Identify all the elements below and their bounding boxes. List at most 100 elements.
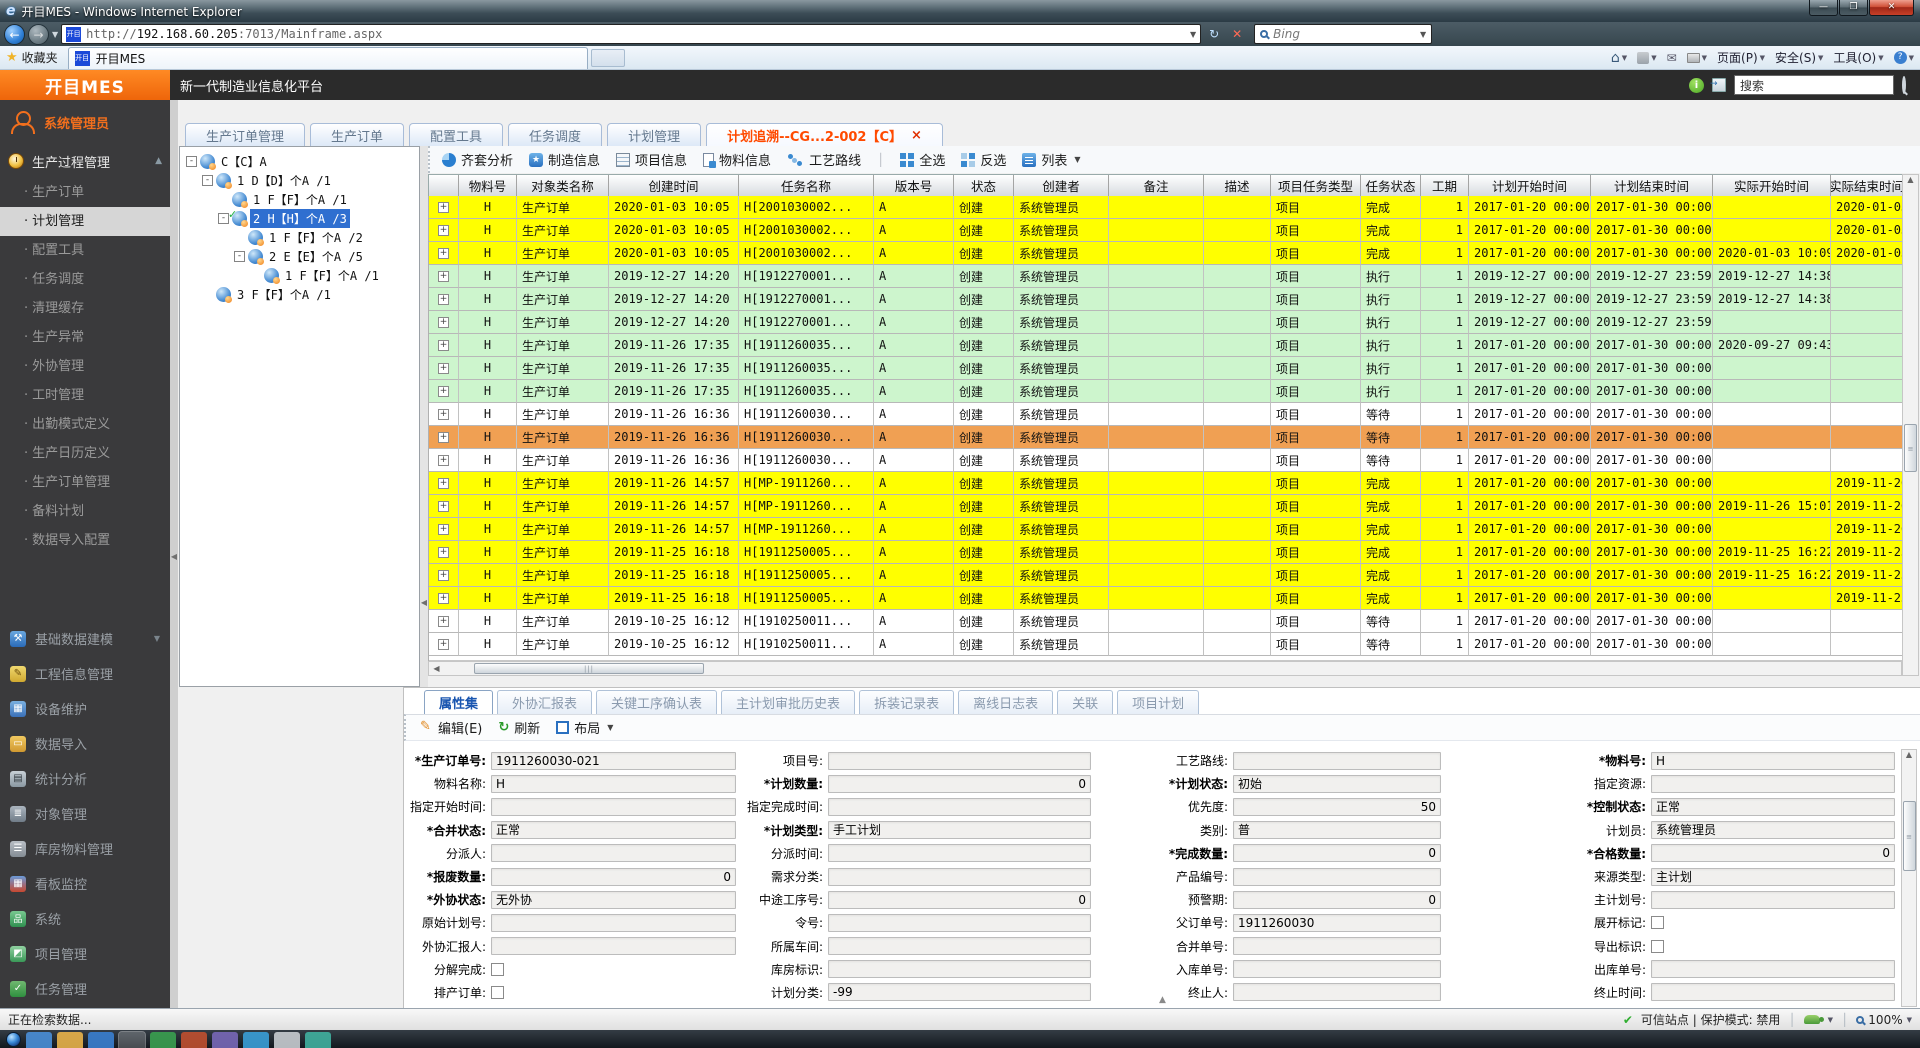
sidebar-section[interactable]: 看板监控: [0, 866, 170, 901]
table-row[interactable]: +H生产订单2019-11-26 17:35H[1911260035...A创建…: [429, 334, 1902, 357]
expand-row-icon[interactable]: +: [438, 501, 449, 512]
sidebar-item[interactable]: ·生产日历定义: [0, 439, 170, 468]
field-input[interactable]: [1651, 960, 1895, 978]
collapse-node-icon[interactable]: -: [202, 175, 213, 186]
sidebar-item[interactable]: ·生产异常: [0, 323, 170, 352]
table-row[interactable]: +H生产订单2019-11-25 16:18H[1911250005...A创建…: [429, 541, 1902, 564]
read-mail-icon[interactable]: ✉: [1667, 51, 1677, 65]
toolbar-button[interactable]: 反选: [961, 150, 1006, 169]
collapse-node-icon[interactable]: -: [234, 251, 245, 262]
field-input[interactable]: 0: [828, 891, 1091, 909]
scroll-up-icon[interactable]: ▲: [1903, 175, 1918, 184]
detail-tab[interactable]: 属性集: [424, 690, 493, 714]
search-dropdown-icon[interactable]: ▼: [1420, 30, 1426, 39]
table-row[interactable]: +H生产订单2019-11-26 17:35H[1911260035...A创建…: [429, 380, 1902, 403]
logout-icon[interactable]: [1712, 78, 1726, 92]
column-header[interactable]: 计划开始时间: [1469, 175, 1591, 197]
field-input[interactable]: -99: [828, 983, 1091, 1001]
field-input[interactable]: [491, 937, 736, 955]
sidebar-section[interactable]: 设备维护: [0, 691, 170, 726]
toolbar-button[interactable]: 工艺路线: [787, 150, 861, 169]
smartscreen-caret[interactable]: ▼: [1828, 1016, 1833, 1024]
table-vertical-scrollbar[interactable]: ▲ ≡: [1902, 174, 1919, 676]
column-header[interactable]: 备注: [1109, 175, 1204, 197]
field-input[interactable]: [1651, 983, 1895, 1001]
checkbox[interactable]: [491, 963, 504, 976]
sidebar-item[interactable]: ·计划管理: [0, 207, 170, 236]
tree-node[interactable]: -✓2 H【H】个A /3: [180, 209, 419, 228]
sidebar-item[interactable]: ·生产订单: [0, 178, 170, 207]
form-vscroll-thumb[interactable]: ≡: [1903, 801, 1916, 871]
new-tab-stub[interactable]: [591, 49, 625, 67]
expand-row-icon[interactable]: +: [438, 478, 449, 489]
sidebar-splitter[interactable]: ◀: [170, 100, 178, 1008]
field-input[interactable]: 正常: [491, 821, 736, 839]
close-button[interactable]: ✕: [1869, 0, 1914, 16]
detail-tab[interactable]: 主计划审批历史表: [721, 690, 855, 714]
sidebar-item[interactable]: ·外协管理: [0, 352, 170, 381]
panel-collapse-icon[interactable]: ▲: [1159, 995, 1166, 1005]
column-header[interactable]: 工期: [1421, 175, 1469, 197]
url-field[interactable]: 开目 http://192.168.60.205:7013/Mainframe.…: [61, 24, 1201, 44]
detail-tab[interactable]: 外协汇报表: [497, 690, 592, 714]
taskbar-app-icon[interactable]: [274, 1032, 300, 1048]
sidebar-section-production[interactable]: 生产过程管理 ▲: [0, 144, 170, 178]
sidebar-section[interactable]: 统计分析: [0, 761, 170, 796]
app-search-icon[interactable]: [1902, 78, 1906, 92]
field-input[interactable]: 1911260030-021: [491, 752, 736, 770]
column-header[interactable]: 任务名称: [739, 175, 874, 197]
table-row[interactable]: +H生产订单2019-11-25 16:18H[1911250005...A创建…: [429, 587, 1902, 610]
field-input[interactable]: 1911260030: [1233, 914, 1441, 932]
sidebar-item[interactable]: ·出勤模式定义: [0, 410, 170, 439]
app-search-input[interactable]: 搜索: [1734, 75, 1894, 95]
field-input[interactable]: 普: [1233, 821, 1441, 839]
column-header[interactable]: 创建时间: [609, 175, 739, 197]
sidebar-section[interactable]: 对象管理: [0, 796, 170, 831]
expand-row-icon[interactable]: +: [438, 340, 449, 351]
column-header[interactable]: 对象类名称: [517, 175, 609, 197]
sidebar-item[interactable]: ·任务调度: [0, 265, 170, 294]
taskbar-app-icon[interactable]: [119, 1032, 145, 1048]
tree-node[interactable]: -C【C】A: [180, 152, 419, 171]
collapse-tree-icon[interactable]: ◀: [420, 598, 428, 607]
column-header[interactable]: 物料号: [459, 175, 517, 197]
expand-row-icon[interactable]: +: [438, 271, 449, 282]
tab-item[interactable]: 配置工具: [409, 123, 503, 146]
detail-toolbar-button[interactable]: ↻刷新: [498, 718, 540, 737]
sidebar-item[interactable]: ·清理缓存: [0, 294, 170, 323]
sidebar-section[interactable]: 工程信息管理: [0, 656, 170, 691]
toolbar-button[interactable]: 项目信息: [616, 150, 687, 169]
url-dropdown-icon[interactable]: ▼: [1190, 30, 1196, 39]
expand-row-icon[interactable]: +: [438, 616, 449, 627]
sidebar-item[interactable]: ·配置工具: [0, 236, 170, 265]
sidebar-section[interactable]: 基础数据建模▼: [0, 621, 170, 656]
info-icon[interactable]: i: [1689, 78, 1704, 93]
table-row[interactable]: +H生产订单2019-10-25 16:12H[1910250011...A创建…: [429, 610, 1902, 633]
sidebar-item[interactable]: ·生产订单管理: [0, 468, 170, 497]
page-menu[interactable]: 页面(P)▼: [1717, 49, 1765, 66]
field-input[interactable]: [491, 914, 736, 932]
field-input[interactable]: [828, 844, 1091, 862]
field-input[interactable]: 正常: [1651, 798, 1895, 816]
form-scroll-up-icon[interactable]: ▲: [1902, 750, 1917, 759]
taskbar-app-icon[interactable]: [243, 1032, 269, 1048]
field-input[interactable]: 0: [1651, 844, 1895, 862]
table-row[interactable]: +H生产订单2020-01-03 10:05H[2001030002...A创建…: [429, 219, 1902, 242]
home-icon[interactable]: ⌂▼: [1611, 50, 1627, 66]
tab-item[interactable]: 任务调度: [508, 123, 602, 146]
column-header[interactable]: 描述: [1204, 175, 1271, 197]
browser-tab[interactable]: 开目 开目MES: [68, 47, 588, 69]
table-row[interactable]: +H生产订单2020-01-03 10:05H[2001030002...A创建…: [429, 242, 1902, 265]
field-input[interactable]: [1233, 960, 1441, 978]
tree-node[interactable]: -2 E【E】个A /5: [180, 247, 419, 266]
expand-row-icon[interactable]: +: [438, 570, 449, 581]
feed-icon[interactable]: ▼: [1637, 52, 1656, 64]
detail-tab[interactable]: 项目计划: [1117, 690, 1199, 714]
tab-item[interactable]: 生产订单管理: [185, 123, 305, 146]
expand-row-icon[interactable]: +: [438, 386, 449, 397]
tab-item[interactable]: 计划管理: [607, 123, 701, 146]
field-input[interactable]: [1233, 868, 1441, 886]
zoom-control[interactable]: 100% ▼: [1856, 1013, 1912, 1027]
column-header[interactable]: 计划结束时间: [1591, 175, 1713, 197]
taskbar-app-icon[interactable]: [212, 1032, 238, 1048]
